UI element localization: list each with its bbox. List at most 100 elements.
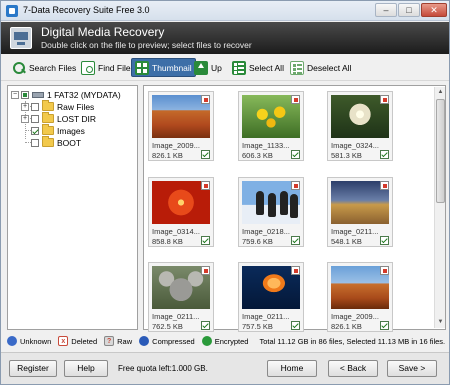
thumbnail-tile[interactable]: Image_2009... 826.1 KB <box>148 91 214 161</box>
app-window: 7-Data Recovery Suite Free 3.0 – □ ✕ Dig… <box>0 0 450 385</box>
tree-item-label: Images <box>57 125 85 136</box>
app-logo-icon <box>6 5 18 17</box>
file-status-icon <box>291 95 300 104</box>
tree-checkbox-images[interactable] <box>31 126 39 135</box>
deselect-all-icon <box>290 60 304 75</box>
file-status-icon <box>201 266 210 275</box>
encrypted-file-icon <box>201 336 212 346</box>
legend-label: Encrypted <box>214 336 249 346</box>
tree-item-lost-dir[interactable]: + LOST DIR <box>21 112 97 124</box>
home-button[interactable]: Home <box>267 360 317 377</box>
thumbnail-tile[interactable]: Image_0211... 762.5 KB <box>148 262 214 332</box>
folder-icon <box>42 112 54 123</box>
thumbnail-tile[interactable]: Image_0218... 759.6 KB <box>238 177 304 247</box>
thumbnail-tile[interactable]: Image_0211... 757.5 KB <box>238 262 304 332</box>
close-button[interactable]: ✕ <box>421 3 447 17</box>
tree-item-root-drive[interactable]: − 1 FAT32 (MYDATA) <box>11 89 121 100</box>
bottom-bar: Register Help Free quota left:1.000 GB. … <box>1 352 449 384</box>
search-icon <box>12 61 26 75</box>
file-size: 858.8 KB <box>152 237 183 246</box>
file-name: Image_0211... <box>331 227 379 236</box>
maximize-button[interactable]: □ <box>398 3 420 17</box>
tree-item-raw-files[interactable]: + Raw Files <box>21 100 95 112</box>
file-name: Image_1133... <box>242 141 290 150</box>
thumbnail-tile[interactable]: Image_1133... 606.3 KB <box>238 91 304 161</box>
file-size: 606.3 KB <box>242 151 273 160</box>
file-status-icon <box>201 181 210 190</box>
tree-checkbox-lost-dir[interactable] <box>31 114 39 123</box>
thumbnail-tile[interactable]: Image_0211... 548.1 KB <box>327 177 393 247</box>
tree-checkbox-boot[interactable] <box>31 138 39 147</box>
file-checkbox[interactable] <box>201 150 210 159</box>
file-size: 757.5 KB <box>242 322 273 331</box>
tree-item-label: BOOT <box>57 137 82 148</box>
compressed-file-icon <box>139 336 150 346</box>
file-checkbox[interactable] <box>380 236 389 245</box>
folder-icon <box>42 136 54 147</box>
title-bar: 7-Data Recovery Suite Free 3.0 – □ ✕ <box>1 1 449 21</box>
legend-encrypted: Encrypted <box>201 336 249 346</box>
minimize-button[interactable]: – <box>375 3 397 17</box>
file-name: Image_2009... <box>152 141 200 150</box>
legend-deleted: x Deleted <box>58 336 97 346</box>
scroll-up-icon[interactable]: ▲ <box>436 87 445 97</box>
up-button[interactable]: Up <box>191 58 225 77</box>
save-button[interactable]: Save > <box>387 360 437 377</box>
file-name: Image_0211... <box>152 312 200 321</box>
file-checkbox[interactable] <box>380 321 389 330</box>
banner-subtitle: Double click on the file to preview; sel… <box>41 40 252 50</box>
folder-icon <box>42 100 54 111</box>
search-files-button[interactable]: Search Files <box>9 58 79 77</box>
file-size: 762.5 KB <box>152 322 183 331</box>
legend-label: Raw <box>117 336 133 346</box>
free-quota-text: Free quota left:1.000 GB. <box>118 364 208 373</box>
folder-tree: − 1 FAT32 (MYDATA) + Raw Files + LOST DI… <box>7 85 138 330</box>
legend-raw: ? Raw <box>104 336 132 346</box>
deselect-all-button[interactable]: Deselect All <box>287 58 354 77</box>
thumbnail-tile[interactable]: Image_2009... 826.1 KB <box>327 262 393 332</box>
expand-icon[interactable]: + <box>21 102 29 111</box>
thumbnail-tile[interactable]: Image_0314... 858.8 KB <box>148 177 214 247</box>
tree-item-label: 1 FAT32 (MYDATA) <box>47 89 121 100</box>
thumbnail-tile[interactable]: Image_0324... 581.3 KB <box>327 91 393 161</box>
banner-title: Digital Media Recovery <box>41 25 165 39</box>
help-button[interactable]: Help <box>64 360 108 377</box>
file-checkbox[interactable] <box>201 321 210 330</box>
deleted-file-icon: x <box>58 336 69 346</box>
vertical-scrollbar[interactable]: ▲ ▼ <box>434 87 445 328</box>
up-label: Up <box>211 62 222 73</box>
tree-item-label: LOST DIR <box>57 113 97 124</box>
register-button[interactable]: Register <box>9 360 57 377</box>
file-name: Image_2009... <box>331 312 379 321</box>
select-all-button[interactable]: Select All <box>229 58 287 77</box>
file-checkbox[interactable] <box>201 236 210 245</box>
file-checkbox[interactable] <box>291 236 300 245</box>
file-checkbox[interactable] <box>291 321 300 330</box>
toolbar: Search Files Find File Thumbnail Up Sele… <box>1 54 449 81</box>
scrollbar-thumb[interactable] <box>436 99 445 203</box>
tree-item-boot[interactable]: BOOT <box>31 136 82 148</box>
tree-checkbox-raw-files[interactable] <box>31 102 39 111</box>
file-name: Image_0324... <box>331 141 379 150</box>
scroll-down-icon[interactable]: ▼ <box>436 317 445 327</box>
tree-item-images[interactable]: Images <box>31 124 85 136</box>
tree-item-label: Raw Files <box>57 101 95 112</box>
back-button[interactable]: < Back <box>328 360 378 377</box>
legend-compressed: Compressed <box>139 336 195 346</box>
file-size: 826.1 KB <box>152 151 183 160</box>
file-name: Image_0314... <box>152 227 200 236</box>
expand-icon[interactable]: + <box>21 114 29 123</box>
tree-checkbox-root[interactable] <box>21 90 29 99</box>
find-file-button[interactable]: Find File <box>78 58 134 77</box>
file-name: Image_0211... <box>242 312 290 321</box>
legend-label: Compressed <box>152 336 195 346</box>
file-checkbox[interactable] <box>380 150 389 159</box>
file-size: 548.1 KB <box>331 237 362 246</box>
search-files-label: Search Files <box>29 62 77 73</box>
up-arrow-icon <box>194 60 208 75</box>
thumbnail-view-button[interactable]: Thumbnail <box>131 58 196 77</box>
find-file-icon <box>81 60 95 75</box>
file-checkbox[interactable] <box>291 150 300 159</box>
collapse-icon[interactable]: − <box>11 90 19 99</box>
file-name: Image_0218... <box>242 227 290 236</box>
